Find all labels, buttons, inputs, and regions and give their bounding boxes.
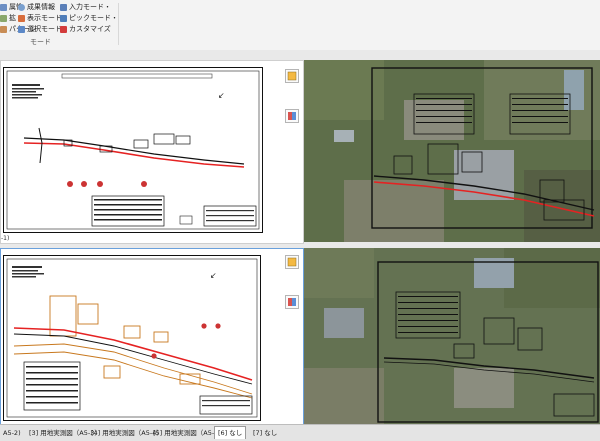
aerial-photo-bottom[interactable] [304, 248, 600, 424]
drawing-sheet-bottom: ↙ [3, 255, 261, 421]
ribbon-expand-label: 拡 [9, 14, 16, 22]
expand-icon [0, 15, 7, 22]
drawing-panel-bottom[interactable]: ↙ [0, 248, 304, 426]
ribbon-input-mode-label: 入力モード・ [69, 3, 111, 11]
document-tab-bar: A5-2) [3] 用地実測図（A5-3） [4] 用地実測図（A5-4） [5… [0, 424, 600, 441]
select-mode-icon [18, 26, 25, 33]
page-icon[interactable] [285, 295, 299, 309]
ribbon-pick-mode-button[interactable]: ピックモード・ [60, 14, 118, 23]
tab-6-none[interactable]: [6] なし [214, 426, 247, 439]
customize-icon [60, 26, 67, 33]
ribbon-result-info-button[interactable]: 成果情報 [18, 3, 55, 12]
display-mode-icon [18, 15, 25, 22]
attribute-icon [0, 4, 7, 11]
survey-drawing-top: ↙ [6, 70, 260, 230]
ribbon-customize-label: カスタマイズ [69, 25, 111, 33]
ribbon-input-mode-button[interactable]: 入力モード・ [60, 3, 111, 12]
tab-a5-2[interactable]: A5-2) [0, 427, 24, 439]
page-icon[interactable] [285, 109, 299, 123]
ribbon-separator [118, 3, 119, 45]
panel-caption: -1) [1, 235, 10, 242]
aerial-photo-top[interactable] [304, 60, 600, 242]
ribbon-group-label: モード [30, 38, 51, 46]
svg-text:↙: ↙ [218, 91, 225, 100]
survey-drawing-bottom: ↙ [6, 258, 258, 418]
pattern-icon [0, 26, 7, 33]
ribbon-expand-button[interactable]: 拡 [0, 14, 16, 23]
tab-7-none[interactable]: [7] なし [250, 427, 280, 439]
result-info-icon [18, 4, 25, 11]
pick-mode-icon [60, 15, 67, 22]
ribbon-pick-mode-label: ピックモード・ [69, 14, 118, 22]
layer-icon[interactable] [285, 69, 299, 83]
drawing-sheet-top: ↙ [3, 67, 263, 233]
aerial-overlay-bottom [304, 248, 600, 424]
document-workspace: ↙ -1) ↙ [0, 50, 600, 426]
ribbon-toolbar: 属性 拡 パターン 成果情報 表示モード・ 選択モード・ 入力モード・ ピックモ… [0, 0, 600, 51]
svg-text:↙: ↙ [210, 271, 217, 280]
ribbon-result-info-label: 成果情報 [27, 3, 55, 11]
ribbon-customize-button[interactable]: カスタマイズ [60, 25, 111, 34]
drawing-panel-top[interactable]: ↙ -1) [0, 60, 304, 244]
input-mode-icon [60, 4, 67, 11]
layer-icon[interactable] [285, 255, 299, 269]
aerial-overlay-top [304, 60, 600, 242]
